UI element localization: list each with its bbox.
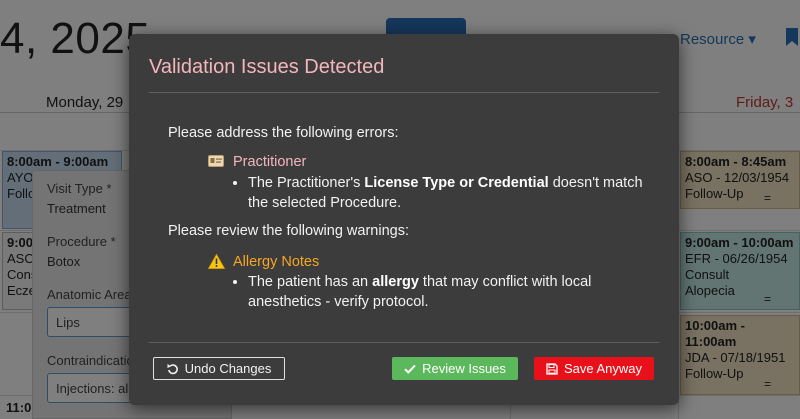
warning-details: The patient has an allergy that may conf… [230, 272, 640, 312]
modal-header-divider [149, 92, 659, 93]
warnings-intro: Please review the following warnings: [168, 223, 409, 239]
validation-modal: Validation Issues Detected Please addres… [129, 34, 679, 405]
undo-changes-label: Undo Changes [184, 361, 272, 376]
error-heading: Practitioner [233, 154, 307, 170]
review-issues-button[interactable]: Review Issues [392, 357, 518, 380]
id-card-icon [208, 155, 224, 167]
modal-title: Validation Issues Detected [149, 56, 385, 78]
undo-icon [167, 363, 178, 374]
errors-intro: Please address the following errors: [168, 125, 399, 141]
save-anyway-button[interactable]: Save Anyway [534, 357, 654, 380]
warning-heading: Allergy Notes [233, 254, 320, 270]
check-icon [404, 364, 416, 374]
undo-changes-button[interactable]: Undo Changes [153, 357, 285, 380]
modal-footer-divider [149, 342, 659, 343]
warning-detail-item: The patient has an allergy that may conf… [248, 272, 640, 312]
error-detail-item: The Practitioner's License Type or Crede… [248, 173, 650, 213]
save-anyway-label: Save Anyway [563, 361, 643, 376]
warning-icon [208, 254, 225, 269]
save-icon [546, 362, 558, 375]
review-issues-label: Review Issues [422, 361, 506, 376]
error-details: The Practitioner's License Type or Crede… [230, 173, 650, 213]
